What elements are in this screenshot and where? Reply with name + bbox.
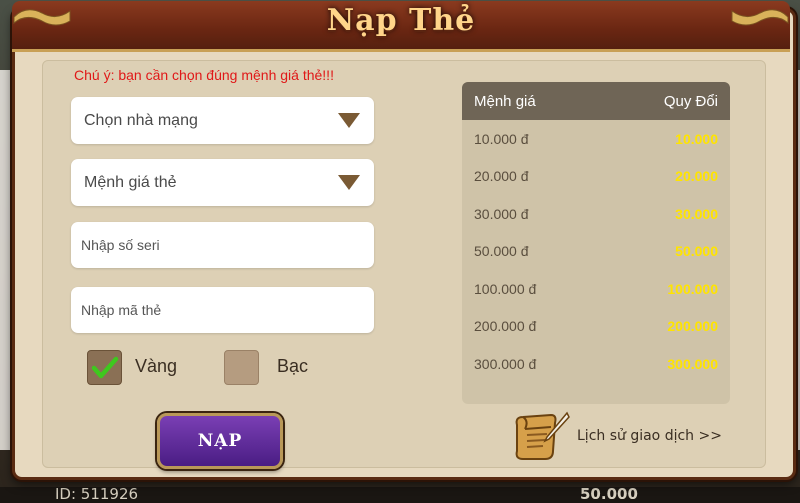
header-card-value: Mệnh giá xyxy=(474,92,536,110)
scroll-quill-icon xyxy=(515,411,570,460)
warning-text: Chú ý: bạn cần chọn đúng mệnh giá thẻ!!! xyxy=(74,67,334,83)
conversion-cell: 20.000 xyxy=(675,168,718,185)
dropdown-arrow-icon xyxy=(338,175,360,190)
balance-amount: 50.000 xyxy=(580,485,638,503)
card-value-cell: 10.000 đ xyxy=(474,130,529,147)
conversion-cell: 50.000 xyxy=(675,243,718,260)
card-code-field[interactable] xyxy=(71,287,374,333)
card-value-select[interactable]: Mệnh giá thẻ xyxy=(71,159,374,206)
conversion-cell: 300.000 xyxy=(667,355,718,372)
card-value-cell: 100.000 đ xyxy=(474,280,537,297)
silver-checkbox[interactable] xyxy=(224,350,259,385)
player-id: ID: 511926 xyxy=(55,485,139,503)
price-table-header: Mệnh giá Quy Đổi xyxy=(462,82,730,120)
modal-title-bar: Nạp Thẻ xyxy=(12,1,790,52)
conversion-cell: 10.000 xyxy=(675,130,718,147)
card-value-cell: 200.000 đ xyxy=(474,318,537,335)
serial-input[interactable] xyxy=(71,236,374,254)
table-row: 20.000 đ 20.000 xyxy=(462,158,730,196)
header-conversion: Quy Đổi xyxy=(663,92,718,110)
checkmark-icon xyxy=(91,356,119,379)
table-row: 30.000 đ 30.000 xyxy=(462,195,730,233)
card-value-cell: 30.000 đ xyxy=(474,205,529,222)
ornament-right-icon xyxy=(731,9,789,26)
table-row: 200.000 đ 200.000 xyxy=(462,308,730,346)
card-value-select-label: Mệnh giá thẻ xyxy=(84,173,177,191)
dropdown-arrow-icon xyxy=(338,113,360,128)
conversion-cell: 30.000 xyxy=(675,205,718,222)
recharge-card-modal: Nạp Thẻ Chú ý: bạn cần chọn đúng mệnh gi… xyxy=(12,1,796,480)
table-row: 300.000 đ 300.000 xyxy=(462,345,730,383)
recharge-button-label: NẠP xyxy=(197,431,243,451)
card-code-input[interactable] xyxy=(71,301,374,319)
transaction-history-link[interactable]: Lịch sử giao dịch >> xyxy=(511,407,722,465)
card-value-cell: 20.000 đ xyxy=(474,168,529,185)
carrier-select[interactable]: Chọn nhà mạng xyxy=(71,97,374,144)
recharge-button[interactable]: NẠP xyxy=(157,413,283,469)
table-row: 50.000 đ 50.000 xyxy=(462,233,730,271)
carrier-select-label: Chọn nhà mạng xyxy=(84,111,198,129)
card-value-cell: 300.000 đ xyxy=(474,355,537,372)
serial-field[interactable] xyxy=(71,222,374,268)
conversion-cell: 200.000 xyxy=(667,318,718,335)
table-row: 100.000 đ 100.000 xyxy=(462,270,730,308)
gold-option-label: Vàng xyxy=(135,356,178,376)
price-table: Mệnh giá Quy Đổi 10.000 đ 10.000 20.000 … xyxy=(462,82,730,404)
conversion-cell: 100.000 xyxy=(667,280,718,297)
gold-checkbox[interactable] xyxy=(87,350,122,385)
modal-title: Nạp Thẻ xyxy=(326,3,476,38)
silver-option-label: Bạc xyxy=(277,356,309,376)
table-row: 10.000 đ 10.000 xyxy=(462,120,730,158)
transaction-history-label: Lịch sử giao dịch >> xyxy=(577,428,722,444)
card-value-cell: 50.000 đ xyxy=(474,243,529,260)
